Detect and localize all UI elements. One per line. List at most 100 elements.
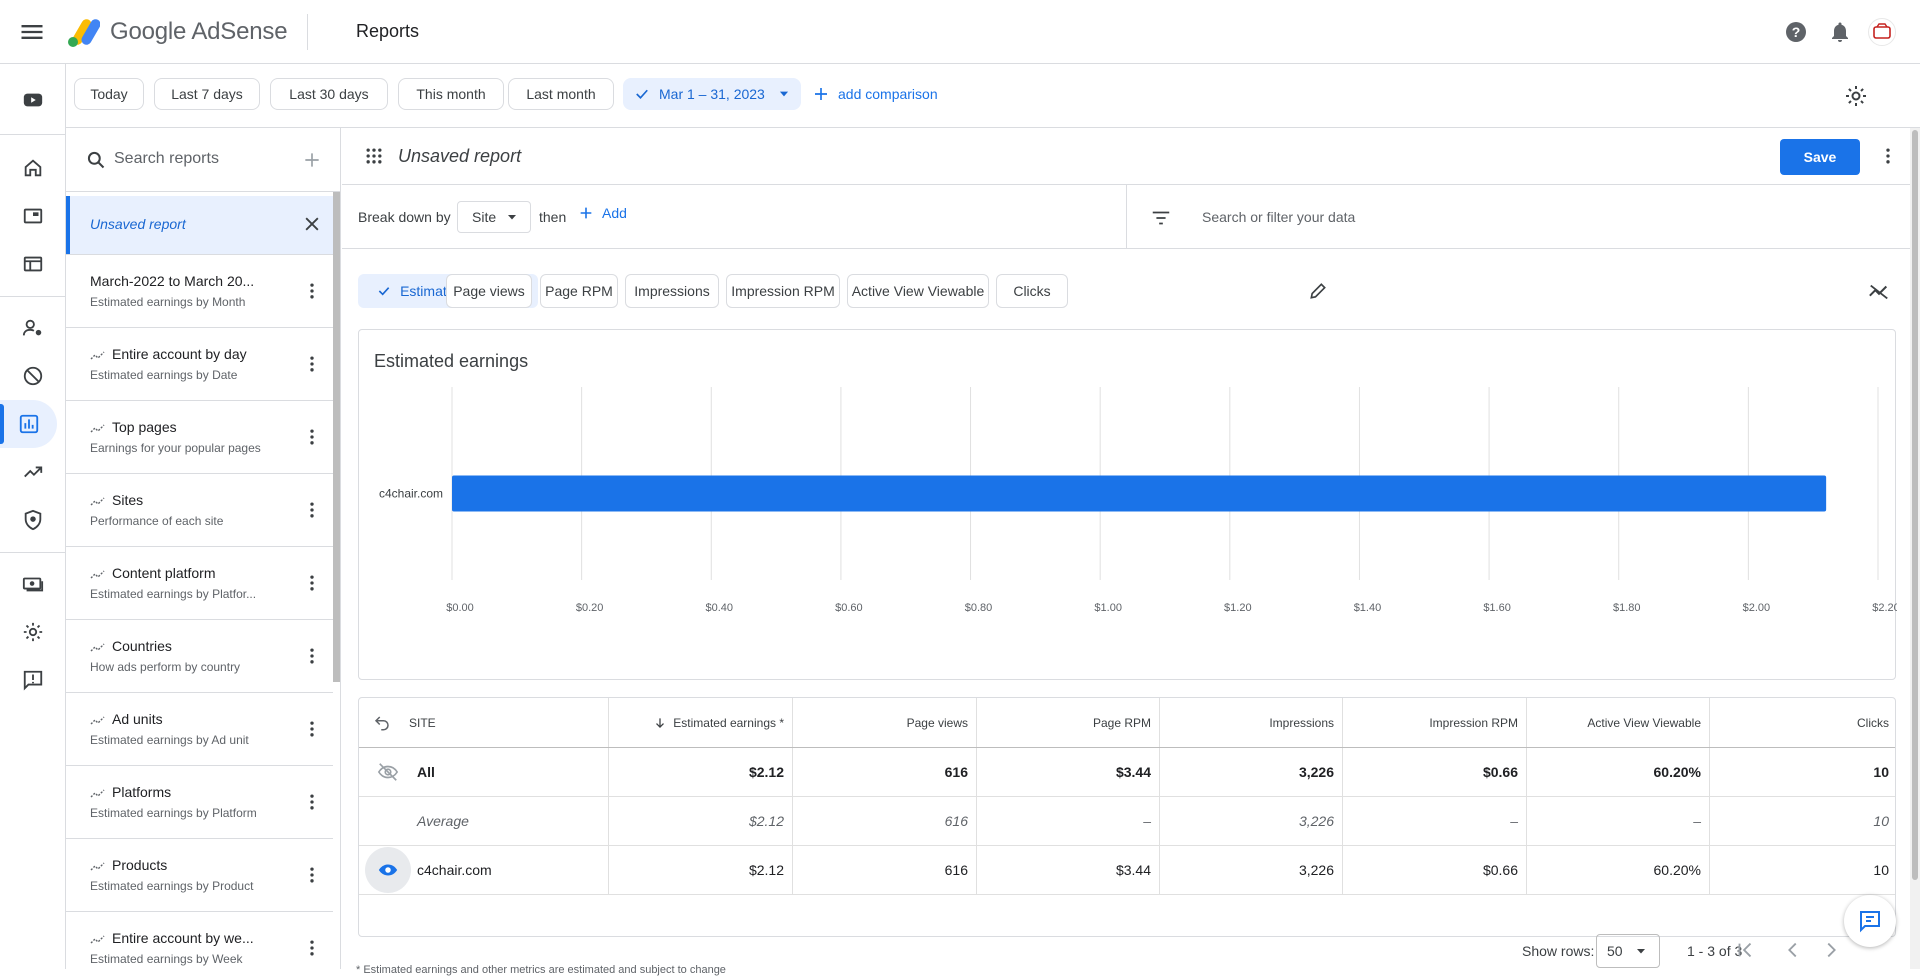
hide-chart-trend-icon[interactable] <box>1868 281 1890 303</box>
current-report-item[interactable]: Unsaved report <box>66 196 333 254</box>
bar[interactable] <box>452 475 1827 512</box>
new-report-plus-icon[interactable] <box>302 150 322 170</box>
visibility-off-icon[interactable] <box>369 753 407 791</box>
rail-ads-icon[interactable] <box>9 192 57 240</box>
table-cell: $0.66 <box>1343 748 1527 796</box>
rows-per-page-select[interactable]: 50 <box>1596 934 1660 968</box>
header-cell[interactable]: Estimated earnings * <box>609 698 793 747</box>
filter-data-input[interactable]: Search or filter your data <box>1202 209 1355 225</box>
help-icon[interactable]: ? <box>1784 20 1808 44</box>
saved-reports-panel: Search reports Unsaved report March-2022… <box>66 128 341 969</box>
more-vert-icon[interactable] <box>302 427 322 447</box>
close-icon[interactable] <box>302 214 322 234</box>
report-list-item[interactable]: Entire account by day Estimated earnings … <box>66 327 333 400</box>
more-vert-icon[interactable] <box>302 646 322 666</box>
more-vert-icon[interactable] <box>302 719 322 739</box>
header-cell-site[interactable]: SITE <box>359 698 609 747</box>
next-page-icon[interactable] <box>1820 939 1842 961</box>
report-list-item[interactable]: Entire account by we... Estimated earning… <box>66 911 333 969</box>
search-icon <box>86 150 106 170</box>
filter-icon[interactable] <box>1150 207 1172 229</box>
footnote: * Estimated earnings and other metrics a… <box>356 964 726 976</box>
report-list-item[interactable]: Top pages Earnings for your popular pages <box>66 400 333 473</box>
report-list-item[interactable]: Products Estimated earnings by Product <box>66 838 333 911</box>
metric-chip[interactable]: Impression RPM <box>726 274 840 308</box>
rail-settings-icon[interactable] <box>9 608 57 656</box>
report-subtitle: Estimated earnings by Ad unit <box>90 733 249 747</box>
first-page-icon[interactable] <box>1734 939 1756 961</box>
report-list-item[interactable]: March-2022 to March 20... Estimated earni… <box>66 254 333 327</box>
date-range-picker[interactable]: Mar 1 – 31, 2023 <box>623 78 801 110</box>
report-list-item[interactable]: Platforms Estimated earnings by Platform <box>66 765 333 838</box>
panel-scrollbar[interactable] <box>333 192 340 682</box>
more-vert-icon[interactable] <box>302 354 322 374</box>
rail-reports-icon[interactable] <box>0 400 57 448</box>
header-cell[interactable]: Page views <box>793 698 977 747</box>
preset-last-month-chip[interactable]: Last month <box>508 78 614 110</box>
preset-today-chip[interactable]: Today <box>74 78 144 110</box>
report-list-item[interactable]: Content platform Estimated earnings by Pl… <box>66 546 333 619</box>
svg-text:?: ? <box>1792 24 1801 40</box>
header-cell[interactable]: Active View Viewable <box>1527 698 1710 747</box>
x-tick-label: $2.20 <box>1872 602 1897 614</box>
header-cell[interactable]: Impressions <box>1160 698 1343 747</box>
header-cell[interactable]: Page RPM <box>977 698 1160 747</box>
metric-chip[interactable]: Clicks <box>996 274 1068 308</box>
main-scrollbar-thumb[interactable] <box>1912 130 1918 880</box>
rail-optimization-icon[interactable] <box>9 448 57 496</box>
then-label: then <box>539 209 567 225</box>
rail-feedback-icon[interactable] <box>9 656 57 704</box>
report-list-item[interactable]: Ad units Estimated earnings by Ad unit <box>66 692 333 765</box>
breakdown-dimension-select[interactable]: Site <box>457 201 531 233</box>
metric-chip[interactable]: Impressions <box>625 274 719 308</box>
edit-metrics-pencil-icon[interactable] <box>1308 281 1328 301</box>
table-cell: $3.44 <box>977 846 1160 894</box>
row-label-cell: c4chair.com <box>359 846 609 894</box>
report-subtitle: Estimated earnings by Date <box>90 368 238 382</box>
rail-sites-icon[interactable] <box>9 240 57 288</box>
report-list-item[interactable]: Countries How ads perform by country <box>66 619 333 692</box>
apps-grid-icon[interactable] <box>364 146 384 166</box>
previous-page-icon[interactable] <box>1782 939 1804 961</box>
metric-chip[interactable]: Active View Viewable <box>847 274 989 308</box>
preset-this-month-chip[interactable]: This month <box>398 78 504 110</box>
save-button[interactable]: Save <box>1780 139 1860 175</box>
more-vert-icon[interactable] <box>302 865 322 885</box>
x-tick-label: $1.00 <box>1094 602 1122 614</box>
metric-chip-label: Active View Viewable <box>851 283 985 299</box>
check-icon <box>378 287 390 296</box>
search-reports-input[interactable]: Search reports <box>114 150 219 168</box>
rail-payments-icon[interactable] <box>9 560 57 608</box>
more-vert-icon[interactable] <box>302 500 322 520</box>
more-vert-icon[interactable] <box>302 573 322 593</box>
undo-icon[interactable] <box>373 714 391 732</box>
report-list-item[interactable]: Sites Performance of each site <box>66 473 333 546</box>
rail-privacy-icon[interactable] <box>9 304 57 352</box>
feedback-fab[interactable] <box>1844 895 1896 947</box>
metric-chip[interactable]: Page views <box>446 274 532 308</box>
rail-home-icon[interactable] <box>9 144 57 192</box>
report-title: Entire account by we... <box>112 930 254 946</box>
visibility-icon[interactable] <box>365 847 411 893</box>
header-cell[interactable]: Clicks <box>1710 698 1895 747</box>
account-avatar[interactable] <box>1868 18 1896 46</box>
trend-sparkle-icon <box>90 567 106 581</box>
main-menu-button[interactable] <box>18 18 46 46</box>
metric-chip[interactable]: Page RPM <box>540 274 618 308</box>
more-vert-icon[interactable] <box>302 938 322 958</box>
page-title: Reports <box>356 21 420 41</box>
report-settings-gear-icon[interactable] <box>1844 84 1868 108</box>
notifications-bell-icon[interactable] <box>1828 20 1852 44</box>
more-vert-icon[interactable] <box>302 792 322 812</box>
report-name[interactable]: Unsaved report <box>398 146 521 167</box>
rail-youtube-icon[interactable] <box>9 76 57 124</box>
preset-last-30-days-chip[interactable]: Last 30 days <box>270 78 388 110</box>
rail-brand-safety-icon[interactable] <box>9 496 57 544</box>
rail-blocking-icon[interactable] <box>9 352 57 400</box>
add-breakdown-button[interactable]: Add <box>578 205 627 221</box>
more-vert-icon[interactable] <box>1878 146 1898 166</box>
header-cell[interactable]: Impression RPM <box>1343 698 1527 747</box>
preset-last-7-days-chip[interactable]: Last 7 days <box>154 78 260 110</box>
add-comparison-button[interactable]: add comparison <box>812 82 938 106</box>
more-vert-icon[interactable] <box>302 281 322 301</box>
